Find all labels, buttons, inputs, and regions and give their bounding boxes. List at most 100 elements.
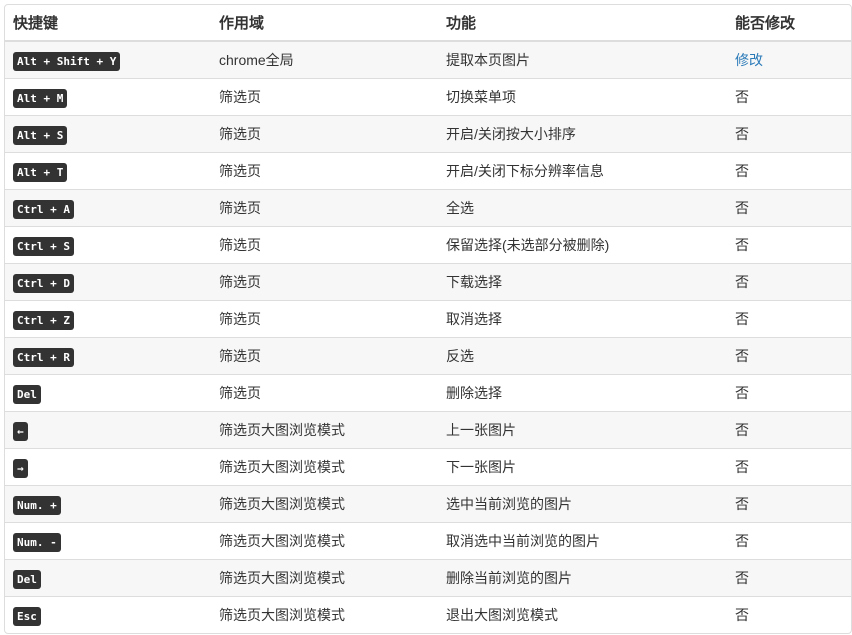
shortcut-key: Alt + S bbox=[13, 126, 68, 145]
editable-value: 否 bbox=[735, 570, 749, 586]
editable-value: 否 bbox=[735, 422, 749, 438]
shortcut-cell: ← bbox=[5, 411, 211, 449]
shortcut-key: → bbox=[13, 459, 28, 478]
editable-cell: 否 bbox=[727, 189, 851, 227]
editable-cell: 否 bbox=[727, 596, 851, 633]
table-row: Esc 筛选页大图浏览模式 退出大图浏览模式 否 bbox=[5, 596, 851, 633]
shortcut-key: Alt + T bbox=[13, 163, 68, 182]
editable-cell: 否 bbox=[727, 226, 851, 264]
editable-value: 否 bbox=[735, 496, 749, 512]
function-cell: 开启/关闭下标分辨率信息 bbox=[438, 152, 727, 190]
function-cell: 退出大图浏览模式 bbox=[438, 596, 727, 633]
function-cell: 反选 bbox=[438, 337, 727, 375]
shortcut-key: Ctrl + S bbox=[13, 237, 74, 256]
editable-value: 否 bbox=[735, 607, 749, 623]
function-cell: 全选 bbox=[438, 189, 727, 227]
shortcut-cell: Ctrl + Z bbox=[5, 300, 211, 338]
editable-cell: 否 bbox=[727, 485, 851, 523]
scope-cell: 筛选页大图浏览模式 bbox=[211, 522, 438, 560]
editable-cell: 否 bbox=[727, 300, 851, 338]
table-row: Ctrl + A 筛选页 全选 否 bbox=[5, 189, 851, 227]
editable-cell: 否 bbox=[727, 411, 851, 449]
shortcut-cell: Num. + bbox=[5, 485, 211, 523]
editable-value: 否 bbox=[735, 126, 749, 142]
editable-value: 否 bbox=[735, 237, 749, 253]
editable-value: 否 bbox=[735, 311, 749, 327]
shortcut-cell: Num. - bbox=[5, 522, 211, 560]
editable-value: 否 bbox=[735, 200, 749, 216]
scope-cell: 筛选页 bbox=[211, 300, 438, 338]
editable-cell: 否 bbox=[727, 374, 851, 412]
table-row: Num. + 筛选页大图浏览模式 选中当前浏览的图片 否 bbox=[5, 485, 851, 523]
shortcut-key: Alt + Shift + Y bbox=[13, 52, 121, 71]
function-cell: 下载选择 bbox=[438, 263, 727, 301]
shortcut-cell: Alt + S bbox=[5, 115, 211, 153]
function-cell: 选中当前浏览的图片 bbox=[438, 485, 727, 523]
scope-cell: 筛选页 bbox=[211, 374, 438, 412]
shortcut-cell: Ctrl + D bbox=[5, 263, 211, 301]
editable-value: 否 bbox=[735, 385, 749, 401]
table-row: Alt + M 筛选页 切换菜单项 否 bbox=[5, 78, 851, 116]
edit-link[interactable]: 修改 bbox=[735, 52, 763, 68]
editable-cell: 修改 bbox=[727, 40, 851, 79]
shortcut-key: Num. + bbox=[13, 496, 61, 515]
function-cell: 保留选择(未选部分被删除) bbox=[438, 226, 727, 264]
scope-cell: 筛选页 bbox=[211, 337, 438, 375]
editable-value: 否 bbox=[735, 163, 749, 179]
function-cell: 删除选择 bbox=[438, 374, 727, 412]
shortcut-key: Num. - bbox=[13, 533, 61, 552]
header-shortcut: 快捷键 bbox=[5, 5, 211, 42]
header-function: 功能 bbox=[438, 5, 727, 42]
shortcut-cell: → bbox=[5, 448, 211, 486]
editable-cell: 否 bbox=[727, 152, 851, 190]
shortcut-cell: Ctrl + A bbox=[5, 189, 211, 227]
scope-cell: chrome全局 bbox=[211, 40, 438, 79]
shortcut-key: ← bbox=[13, 422, 28, 441]
table-header-row: 快捷键 作用域 功能 能否修改 bbox=[5, 5, 851, 42]
table-row: Alt + Shift + Y chrome全局 提取本页图片 修改 bbox=[5, 40, 851, 79]
scope-cell: 筛选页大图浏览模式 bbox=[211, 411, 438, 449]
header-scope: 作用域 bbox=[211, 5, 438, 42]
table-row: Ctrl + R 筛选页 反选 否 bbox=[5, 337, 851, 375]
table-row: Del 筛选页大图浏览模式 删除当前浏览的图片 否 bbox=[5, 559, 851, 597]
table-row: Ctrl + S 筛选页 保留选择(未选部分被删除) 否 bbox=[5, 226, 851, 264]
function-cell: 取消选中当前浏览的图片 bbox=[438, 522, 727, 560]
shortcut-cell: Alt + Shift + Y bbox=[5, 40, 211, 79]
editable-cell: 否 bbox=[727, 263, 851, 301]
function-cell: 删除当前浏览的图片 bbox=[438, 559, 727, 597]
shortcut-cell: Alt + T bbox=[5, 152, 211, 190]
function-cell: 切换菜单项 bbox=[438, 78, 727, 116]
table-row: ← 筛选页大图浏览模式 上一张图片 否 bbox=[5, 411, 851, 449]
editable-cell: 否 bbox=[727, 448, 851, 486]
header-editable: 能否修改 bbox=[727, 5, 851, 42]
shortcut-cell: Alt + M bbox=[5, 78, 211, 116]
editable-cell: 否 bbox=[727, 522, 851, 560]
function-cell: 开启/关闭按大小排序 bbox=[438, 115, 727, 153]
table-row: Del 筛选页 删除选择 否 bbox=[5, 374, 851, 412]
function-cell: 取消选择 bbox=[438, 300, 727, 338]
shortcut-key: Del bbox=[13, 570, 41, 589]
function-cell: 上一张图片 bbox=[438, 411, 727, 449]
shortcut-cell: Ctrl + S bbox=[5, 226, 211, 264]
editable-cell: 否 bbox=[727, 559, 851, 597]
editable-cell: 否 bbox=[727, 78, 851, 116]
scope-cell: 筛选页大图浏览模式 bbox=[211, 596, 438, 633]
shortcut-key: Ctrl + R bbox=[13, 348, 74, 367]
shortcut-key: Del bbox=[13, 385, 41, 404]
shortcut-cell: Del bbox=[5, 559, 211, 597]
editable-value: 否 bbox=[735, 533, 749, 549]
scope-cell: 筛选页 bbox=[211, 189, 438, 227]
editable-value: 否 bbox=[735, 348, 749, 364]
shortcut-cell: Esc bbox=[5, 596, 211, 633]
scope-cell: 筛选页大图浏览模式 bbox=[211, 559, 438, 597]
scope-cell: 筛选页 bbox=[211, 226, 438, 264]
scope-cell: 筛选页 bbox=[211, 78, 438, 116]
shortcut-key: Ctrl + A bbox=[13, 200, 74, 219]
editable-value: 否 bbox=[735, 274, 749, 290]
scope-cell: 筛选页大图浏览模式 bbox=[211, 485, 438, 523]
shortcut-key: Alt + M bbox=[13, 89, 68, 108]
table-row: → 筛选页大图浏览模式 下一张图片 否 bbox=[5, 448, 851, 486]
shortcut-cell: Ctrl + R bbox=[5, 337, 211, 375]
table-row: Ctrl + D 筛选页 下载选择 否 bbox=[5, 263, 851, 301]
shortcuts-table-container: 快捷键 作用域 功能 能否修改 Alt + Shift + Y chrome全局… bbox=[4, 4, 852, 634]
